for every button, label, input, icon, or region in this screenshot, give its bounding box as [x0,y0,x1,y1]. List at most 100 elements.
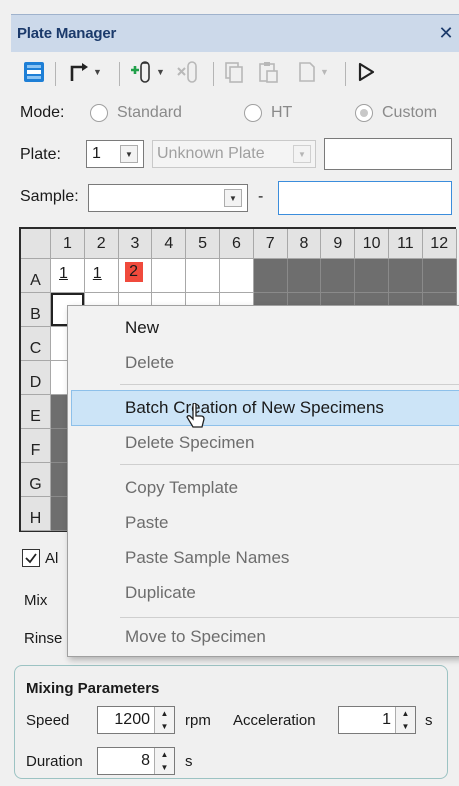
chevron-down-icon[interactable]: ▼ [224,189,242,207]
column-header[interactable]: 5 [186,229,220,259]
chevron-down-icon[interactable]: ▼ [293,145,311,163]
plate-well[interactable] [152,259,187,293]
toolbar-separator [213,62,214,86]
menu-item-batch-creation[interactable]: Batch Creation of New Specimens [125,398,384,418]
menu-separator [120,617,459,618]
toolbar: ▼ ▼ ▼ [11,52,459,92]
column-header[interactable]: 1 [51,229,85,259]
column-header[interactable]: 3 [118,229,153,259]
sample-select[interactable]: ▼ [88,184,248,212]
column-header[interactable]: 11 [389,229,423,259]
plate-well[interactable] [321,259,356,293]
plate-well[interactable] [220,259,254,293]
menu-item-move-to-specimen[interactable]: Move to Specimen [125,627,266,647]
title-bar: Plate Manager ✕ [11,14,459,52]
copy-button[interactable] [221,58,247,86]
add-sample-icon [131,61,150,83]
paste-icon [259,62,278,83]
pointer-cursor-icon [186,403,205,428]
plate-name-input[interactable] [324,138,452,170]
menu-item-paste[interactable]: Paste [125,513,168,533]
acceleration-spinbox[interactable]: 1 ▲ ▼ [338,706,416,734]
route-button[interactable]: ▼ [63,58,107,86]
sample-label: Sample: [20,188,79,205]
acceleration-label: Acceleration [233,712,316,729]
row-header[interactable]: E [21,395,51,429]
row-header[interactable]: B [21,293,51,327]
column-header[interactable]: 10 [355,229,389,259]
plate-well[interactable] [422,259,457,293]
column-header[interactable]: 8 [287,229,322,259]
plate-type-select[interactable]: Unknown Plate ▼ [152,140,316,168]
remove-sample-icon [177,61,197,83]
mode-standard-radio[interactable] [90,104,108,122]
chevron-down-icon[interactable]: ▼ [120,145,138,163]
plate-well[interactable] [355,259,389,293]
menu-item-delete-specimen[interactable]: Delete Specimen [125,433,254,453]
column-header[interactable]: 2 [84,229,119,259]
plate-number-value: 1 [92,145,101,162]
column-header[interactable]: 6 [220,229,254,259]
row-header[interactable]: F [21,429,51,463]
chevron-down-icon: ▼ [93,67,102,77]
plate-layout-icon [24,62,44,82]
plate-number-select[interactable]: 1 ▼ [86,140,144,168]
mode-custom-radio[interactable] [355,104,373,122]
plate-layout-button[interactable] [21,58,47,86]
context-menu: New Delete Batch Creation of New Specime… [67,305,459,657]
paste-button[interactable] [255,58,281,86]
remove-sample-button[interactable] [173,58,203,86]
plate-well[interactable] [186,259,220,293]
row-header[interactable]: H [21,497,51,531]
spin-up-icon[interactable]: ▲ [396,707,415,720]
menu-item-paste-sample-names[interactable]: Paste Sample Names [125,548,289,568]
add-sample-button[interactable]: ▼ [125,58,169,86]
menu-item-duplicate[interactable]: Duplicate [125,583,196,603]
spin-down-icon[interactable]: ▼ [155,720,174,733]
row-header[interactable]: G [21,463,51,497]
duration-spinbox[interactable]: 8 ▲ ▼ [97,747,175,775]
plate-well[interactable]: 1 [51,259,85,293]
acceleration-unit: s [425,712,433,729]
sample-range-input[interactable] [278,181,452,215]
menu-separator [120,384,459,385]
close-icon[interactable]: ✕ [436,21,456,45]
plate-well[interactable] [389,259,423,293]
toolbar-separator [345,62,346,86]
mode-ht-label[interactable]: HT [271,104,292,122]
chevron-down-icon: ▼ [156,67,165,77]
document-button[interactable]: ▼ [291,58,335,86]
mode-standard-label[interactable]: Standard [117,104,182,122]
speed-label: Speed [26,712,70,729]
document-icon [299,62,315,82]
column-header[interactable]: 4 [152,229,187,259]
column-header[interactable]: 7 [253,229,288,259]
mode-ht-radio[interactable] [244,104,262,122]
plate-well[interactable]: 2 [118,259,153,293]
well-label: 1 [92,265,102,282]
column-header[interactable]: 12 [422,229,457,259]
plate-well[interactable]: 1 [84,259,119,293]
window-title: Plate Manager [17,25,117,42]
chevron-down-icon: ▼ [320,67,329,77]
well-label: 1 [59,265,68,282]
plate-well[interactable] [287,259,322,293]
run-button[interactable] [353,58,379,86]
plate-well[interactable] [253,259,288,293]
row-header[interactable]: A [21,259,51,293]
row-header[interactable]: C [21,327,51,361]
menu-item-delete[interactable]: Delete [125,353,174,373]
spin-up-icon[interactable]: ▲ [155,748,174,761]
menu-item-new[interactable]: New [125,318,159,338]
mode-custom-label[interactable]: Custom [382,104,437,122]
row-header[interactable]: D [21,361,51,395]
route-icon [70,63,89,81]
plate-type-value: Unknown Plate [157,145,265,162]
spin-up-icon[interactable]: ▲ [155,707,174,720]
spin-down-icon[interactable]: ▼ [396,720,415,733]
column-header[interactable]: 9 [321,229,356,259]
checkbox-all[interactable] [22,549,40,567]
menu-item-copy-template[interactable]: Copy Template [125,478,238,498]
spin-down-icon[interactable]: ▼ [155,761,174,774]
speed-spinbox[interactable]: 1200 ▲ ▼ [97,706,175,734]
